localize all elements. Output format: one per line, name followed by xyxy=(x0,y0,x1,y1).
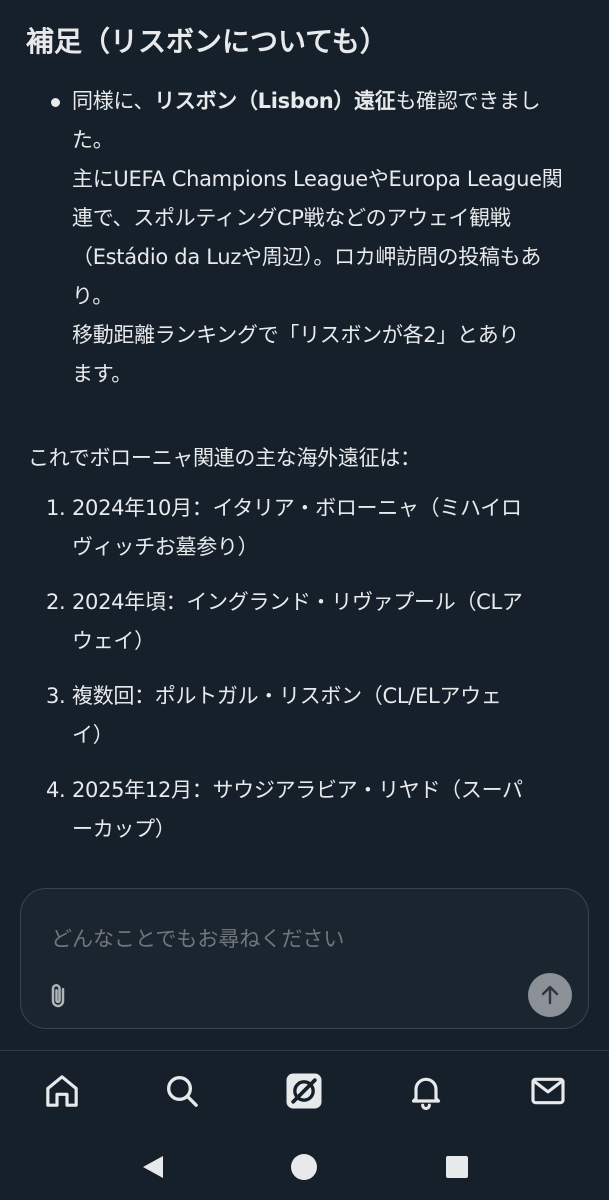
grok-icon[interactable] xyxy=(284,1071,324,1111)
list-line: 2025年12月：サウジアラビア・リヤド（スーパ xyxy=(72,778,523,802)
list-intro: これでボローニャ関連の主な海外遠征は： xyxy=(28,446,421,470)
list-line: 複数回：ポルトガル・リスボン（CL/ELアウェ xyxy=(72,684,502,708)
mail-icon[interactable] xyxy=(528,1071,568,1111)
bullet-line: 移動距離ランキングで「リスボンが各2」とあり xyxy=(72,323,520,347)
back-icon[interactable] xyxy=(138,1152,168,1182)
bullet-line: 主にUEFA Champions LeagueやEuropa League関 xyxy=(72,167,563,191)
system-nav-bar xyxy=(0,1134,609,1200)
list-line: イ） xyxy=(72,723,114,747)
message-composer xyxy=(20,888,589,1029)
send-button[interactable] xyxy=(528,973,572,1017)
bullet-marker xyxy=(51,98,60,107)
arrow-up-icon xyxy=(541,985,559,1005)
bold-text: リスボン（Lisbon）遠征 xyxy=(154,89,396,113)
search-icon[interactable] xyxy=(162,1071,202,1111)
list-number: 4. xyxy=(46,778,66,802)
bullet-line: た。 xyxy=(72,128,114,152)
recents-icon[interactable] xyxy=(442,1152,472,1182)
bullet-line: り。 xyxy=(72,284,113,308)
home-icon[interactable] xyxy=(42,1071,82,1111)
message-input[interactable] xyxy=(51,919,531,959)
paperclip-icon[interactable] xyxy=(43,981,73,1011)
bullet-line: 連で、スポルティングCP戦などのアウェイ観戦 xyxy=(72,206,511,230)
list-line: 2024年10月：イタリア・ボローニャ（ミハイロ xyxy=(72,496,522,520)
list-line: ーカップ） xyxy=(72,817,176,841)
list-line: ウェイ） xyxy=(72,629,155,653)
bullet-paragraph: 同様に、リスボン（Lisbon）遠征も確認できまし た。 主にUEFA Cham… xyxy=(72,82,587,394)
list-number: 1. xyxy=(46,496,66,520)
bell-icon[interactable] xyxy=(406,1071,446,1111)
bullet-line: （Estádio da Luzや周辺）。ロカ岬訪問の投稿もあ xyxy=(72,245,542,269)
home-circle-icon[interactable] xyxy=(289,1152,319,1182)
list-number: 2. xyxy=(46,590,66,614)
bottom-nav xyxy=(0,1050,609,1134)
list-line: 2024年頃：イングランド・リヴァプール（CLア xyxy=(72,590,523,614)
bullet-line: ます。 xyxy=(72,362,132,386)
section-heading: 補足（リスボンについても） xyxy=(26,25,388,58)
bullet-line: 同様に、リスボン（Lisbon）遠征も確認できまし xyxy=(72,89,541,113)
list-line: ヴィッチお墓参り） xyxy=(72,535,259,559)
list-number: 3. xyxy=(46,684,66,708)
